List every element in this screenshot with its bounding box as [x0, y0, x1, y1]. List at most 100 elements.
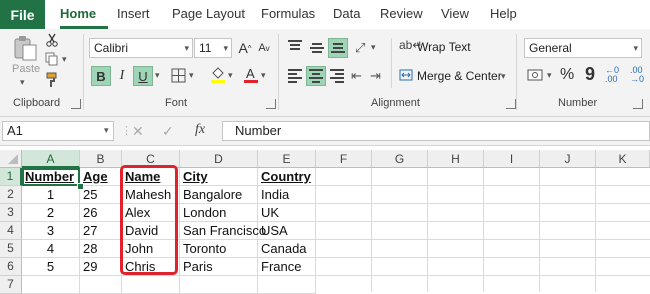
underline-button[interactable]: U [133, 66, 153, 86]
cell-c7[interactable] [122, 276, 180, 294]
cell-e6[interactable]: France [258, 258, 316, 276]
paste-dropdown-icon[interactable]: ▾ [20, 77, 25, 88]
borders-dropdown-icon[interactable]: ▾ [189, 70, 194, 81]
grow-font-button[interactable]: A ^ [236, 38, 254, 58]
clipboard-dialog-launcher-icon[interactable] [71, 99, 81, 109]
cell-a4[interactable]: 3 [22, 222, 80, 240]
cell-e5[interactable]: Canada [258, 240, 316, 258]
column-header-f[interactable]: F [316, 150, 372, 168]
formula-input[interactable]: Number [222, 121, 650, 141]
tab-file[interactable]: File [0, 0, 45, 29]
cell-d5[interactable]: Toronto [180, 240, 258, 258]
font-family-select[interactable]: Calibri ▾ [89, 38, 193, 58]
cancel-icon[interactable]: ✕ [132, 123, 144, 140]
column-header-e[interactable]: E [258, 150, 316, 168]
align-center-button[interactable] [306, 66, 326, 86]
cell-d4[interactable]: San Francisco [180, 222, 266, 240]
bold-button[interactable]: B [91, 66, 111, 86]
align-bottom-button[interactable] [328, 38, 348, 58]
row-header-1[interactable]: 1 [0, 168, 22, 186]
copy-icon[interactable] [45, 52, 59, 69]
decrease-indent-icon[interactable]: ⇤ [351, 68, 362, 84]
cell-e1[interactable]: Country [258, 168, 316, 186]
tab-data[interactable]: Data [333, 0, 360, 29]
cell-b2[interactable]: 25 [80, 186, 122, 204]
cell-b4[interactable]: 27 [80, 222, 122, 240]
tab-formulas[interactable]: Formulas [261, 0, 315, 29]
decrease-decimal-icon[interactable]: .00 →0 [630, 66, 644, 84]
wrap-text-button[interactable]: Wrap Text [417, 40, 471, 54]
column-header-g[interactable]: G [372, 150, 428, 168]
borders-icon[interactable] [171, 68, 186, 86]
orientation-dropdown-icon[interactable]: ▾ [371, 42, 376, 53]
tab-help[interactable]: Help [490, 0, 517, 29]
cell-a2[interactable]: 1 [22, 186, 80, 204]
increase-decimal-icon[interactable]: ←0.00 [605, 66, 619, 84]
font-dialog-launcher-icon[interactable] [266, 99, 276, 109]
align-left-icon[interactable] [288, 67, 302, 85]
format-painter-icon[interactable] [45, 72, 61, 91]
orientation-icon[interactable]: ⤢ [355, 40, 365, 56]
cell-b1[interactable]: Age [80, 168, 122, 186]
cell-e3[interactable]: UK [258, 204, 316, 222]
column-header-h[interactable]: H [428, 150, 484, 168]
cell-a7[interactable] [22, 276, 80, 294]
italic-button[interactable]: I [113, 66, 131, 86]
fill-color-icon[interactable] [210, 66, 226, 87]
row-header-2[interactable]: 2 [0, 186, 22, 204]
cell-b7[interactable] [80, 276, 122, 294]
enter-icon[interactable]: ✓ [162, 123, 174, 140]
accounting-dropdown-icon[interactable]: ▾ [547, 70, 552, 81]
cell-a3[interactable]: 2 [22, 204, 80, 222]
cell-d3[interactable]: London [180, 204, 258, 222]
row-header-3[interactable]: 3 [0, 204, 22, 222]
cell-e7[interactable] [258, 276, 316, 294]
empty-cells[interactable] [316, 168, 650, 292]
fill-color-dropdown-icon[interactable]: ▾ [228, 70, 233, 81]
alignment-dialog-launcher-icon[interactable] [506, 99, 516, 109]
cell-d1[interactable]: City [180, 168, 258, 186]
align-top-icon[interactable] [288, 38, 302, 52]
cell-e2[interactable]: India [258, 186, 316, 204]
row-header-4[interactable]: 4 [0, 222, 22, 240]
cell-a5[interactable]: 4 [22, 240, 80, 258]
tab-review[interactable]: Review [380, 0, 423, 29]
row-header-7[interactable]: 7 [0, 276, 22, 294]
font-size-select[interactable]: 11 ▾ [194, 38, 232, 58]
column-header-a[interactable]: A [22, 150, 80, 168]
copy-dropdown-icon[interactable]: ▾ [62, 54, 67, 65]
name-box[interactable]: A1 [2, 121, 114, 141]
column-header-k[interactable]: K [596, 150, 650, 168]
column-header-b[interactable]: B [80, 150, 122, 168]
percent-style-button[interactable]: % [560, 66, 574, 84]
name-box-dropdown-icon[interactable]: ▾ [104, 125, 109, 136]
increase-indent-icon[interactable]: ⇥ [370, 68, 381, 84]
comma-style-button[interactable]: 9 [585, 64, 595, 85]
tab-insert[interactable]: Insert [117, 0, 150, 29]
underline-dropdown-icon[interactable]: ▾ [155, 70, 160, 81]
align-middle-icon[interactable] [310, 41, 324, 55]
select-all-corner[interactable] [0, 150, 22, 168]
cell-d2[interactable]: Bangalore [180, 186, 258, 204]
paste-button[interactable]: Paste [12, 63, 40, 75]
insert-function-icon[interactable]: fx [195, 122, 205, 138]
cell-d7[interactable] [180, 276, 258, 294]
font-color-dropdown-icon[interactable]: ▾ [261, 70, 266, 81]
tab-view[interactable]: View [441, 0, 469, 29]
cell-e4[interactable]: USA [258, 222, 316, 240]
accounting-format-icon[interactable] [527, 67, 545, 86]
row-header-6[interactable]: 6 [0, 258, 22, 276]
shrink-font-button[interactable]: Av [256, 38, 272, 58]
align-right-icon[interactable] [330, 67, 344, 85]
column-header-j[interactable]: J [540, 150, 596, 168]
column-header-i[interactable]: I [484, 150, 540, 168]
merge-center-button[interactable]: Merge & Center [417, 69, 502, 83]
column-header-d[interactable]: D [180, 150, 258, 168]
number-format-select[interactable]: General ▾ [524, 38, 642, 58]
tab-home[interactable]: Home [60, 0, 96, 29]
cut-icon[interactable] [45, 33, 59, 50]
font-color-icon[interactable]: A [243, 66, 259, 87]
fill-handle[interactable] [77, 183, 84, 190]
cell-b3[interactable]: 26 [80, 204, 122, 222]
tab-page-layout[interactable]: Page Layout [172, 0, 245, 29]
